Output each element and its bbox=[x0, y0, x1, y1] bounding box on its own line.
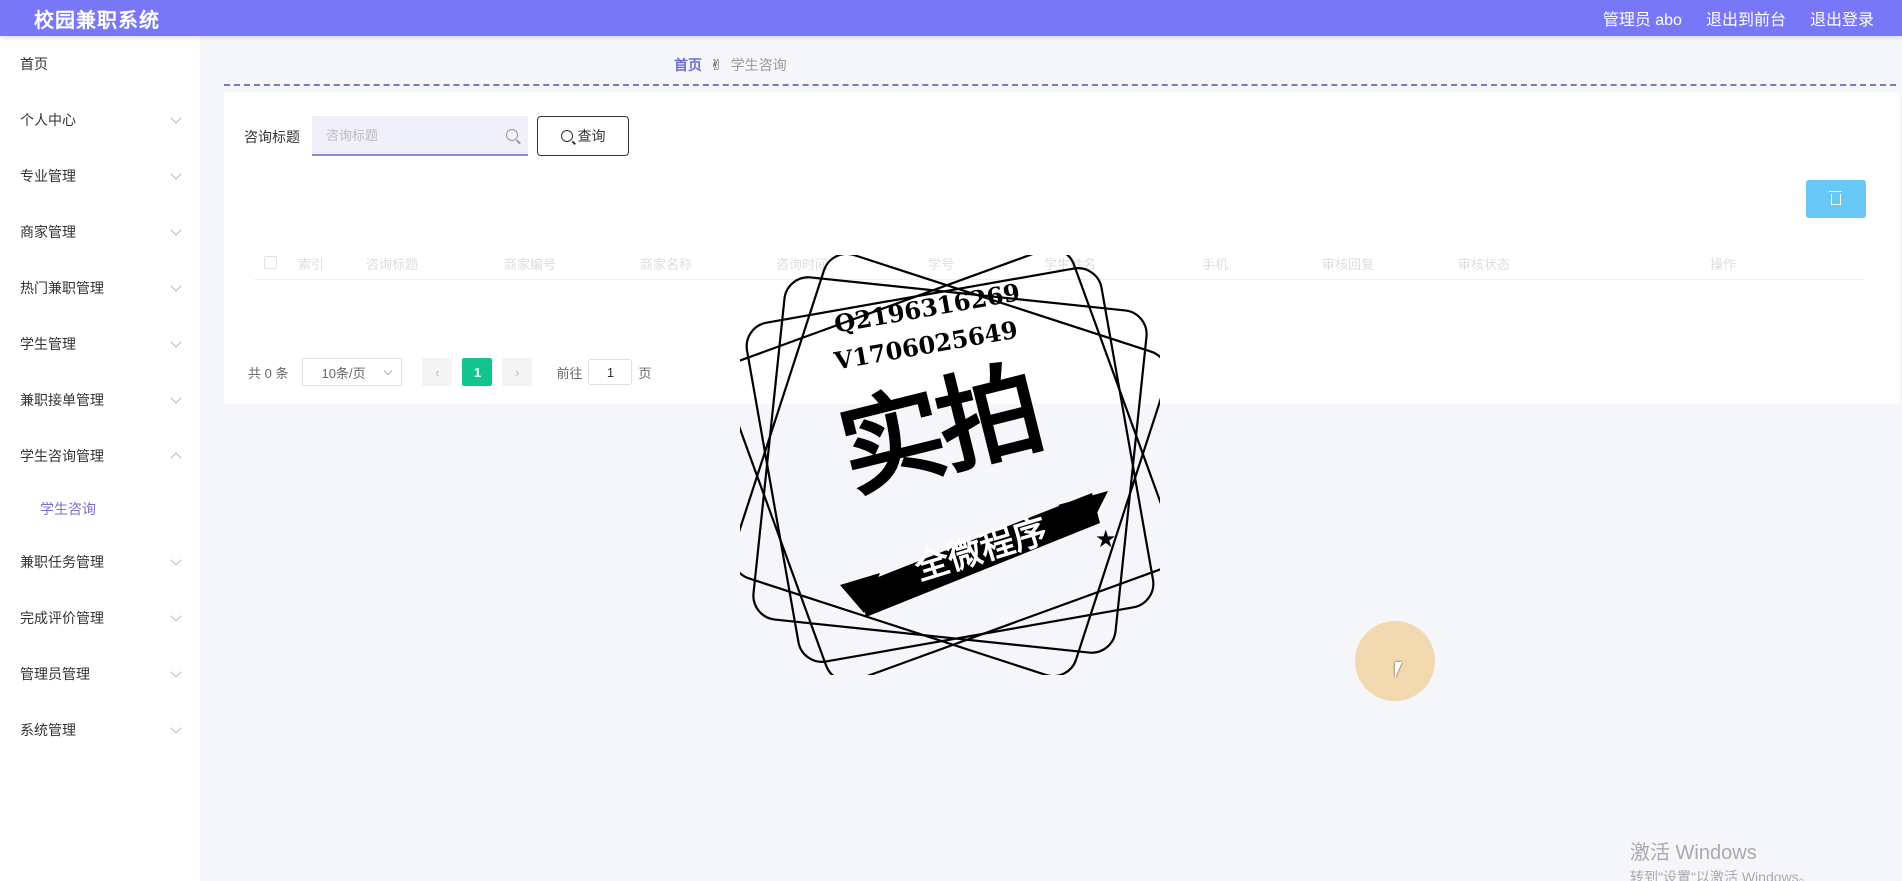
sidebar-item-home[interactable]: 首页 bbox=[0, 36, 200, 92]
cursor-highlight bbox=[1355, 621, 1435, 701]
prev-page-button[interactable]: ‹ bbox=[422, 358, 453, 386]
chevron-down-icon bbox=[170, 666, 182, 678]
column-header: 审核状态 bbox=[1458, 257, 1511, 272]
sidebar-item-label: 学生管理 bbox=[20, 336, 76, 352]
sidebar-item-label: 专业管理 bbox=[20, 168, 76, 184]
page-size-select[interactable]: 10条/页 bbox=[302, 358, 403, 386]
goto-page-input[interactable] bbox=[588, 359, 633, 385]
pagination: 共 0 条 10条/页 ‹ 1 › 前往 页 bbox=[248, 358, 652, 386]
column-header: 商家名称 bbox=[640, 257, 693, 272]
exit-to-front-link[interactable]: 退出到前台 bbox=[1706, 6, 1786, 30]
sidebar-item-label: 完成评价管理 bbox=[20, 610, 104, 626]
column-header: 操作 bbox=[1710, 257, 1737, 272]
windows-activation-notice: 激活 Windows 转到"设置"以激活 Windows。 bbox=[1630, 836, 1813, 881]
top-right-actions: 管理员 abo 退出到前台 退出登录 bbox=[1603, 6, 1874, 30]
sidebar-item-major-management[interactable]: 专业管理 bbox=[0, 148, 200, 204]
column-header: 商家编号 bbox=[504, 257, 557, 272]
top-bar: 校园兼职系统 管理员 abo 退出到前台 退出登录 bbox=[0, 0, 1902, 36]
search-input[interactable] bbox=[326, 127, 486, 143]
logout-link[interactable]: 退出登录 bbox=[1810, 6, 1874, 30]
next-page-button[interactable]: › bbox=[502, 358, 533, 386]
sidebar-item-student-management[interactable]: 学生管理 bbox=[0, 316, 200, 372]
breadcrumb: 首页 ✌ 学生咨询 bbox=[674, 55, 787, 75]
search-icon bbox=[506, 129, 518, 141]
sidebar-subitem-student-consultation[interactable]: 学生咨询 bbox=[0, 484, 200, 534]
sidebar-item-label: 管理员管理 bbox=[20, 666, 90, 682]
activation-subtitle: 转到"设置"以激活 Windows。 bbox=[1630, 869, 1813, 881]
chevron-down-icon bbox=[170, 112, 182, 124]
sidebar-item-label: 个人中心 bbox=[20, 112, 76, 128]
sidebar: 首页 个人中心 专业管理 商家管理 热门兼职管理 学生管理 兼职接单管理 学生咨… bbox=[0, 36, 200, 881]
search-icon bbox=[560, 130, 573, 142]
breadcrumb-home-link[interactable]: 首页 bbox=[674, 55, 702, 75]
sidebar-item-label: 系统管理 bbox=[20, 722, 76, 738]
column-header: 索引 bbox=[298, 257, 325, 272]
column-header: 手机 bbox=[1202, 257, 1229, 272]
sidebar-item-order-management[interactable]: 兼职接单管理 bbox=[0, 372, 200, 428]
sidebar-item-consultation-management[interactable]: 学生咨询管理 bbox=[0, 428, 200, 484]
sidebar-item-label: 热门兼职管理 bbox=[20, 280, 104, 296]
chevron-down-icon bbox=[170, 610, 182, 622]
sidebar-item-label: 兼职任务管理 bbox=[20, 554, 104, 570]
sidebar-subitem-label: 学生咨询 bbox=[40, 501, 96, 517]
chevron-down-icon bbox=[170, 336, 182, 348]
chevron-down-icon bbox=[170, 280, 182, 292]
sidebar-item-admin-management[interactable]: 管理员管理 bbox=[0, 646, 200, 702]
query-button[interactable]: 查询 bbox=[537, 116, 629, 156]
goto-label: 前往 bbox=[556, 365, 583, 381]
search-box bbox=[312, 116, 528, 156]
app-title: 校园兼职系统 bbox=[34, 9, 160, 32]
page-number-current[interactable]: 1 bbox=[462, 358, 493, 386]
breadcrumb-current: 学生咨询 bbox=[730, 57, 787, 73]
chevron-down-icon bbox=[170, 554, 182, 566]
sidebar-item-review-management[interactable]: 完成评价管理 bbox=[0, 590, 200, 646]
search-label: 咨询标题 bbox=[244, 129, 300, 145]
trash-icon bbox=[1829, 190, 1842, 205]
chevron-down-icon bbox=[170, 224, 182, 236]
select-all-checkbox[interactable] bbox=[264, 256, 277, 269]
victory-hand-icon: ✌ bbox=[710, 57, 723, 74]
page-size-value: 10条/页 bbox=[321, 365, 366, 381]
svg-text:★: ★ bbox=[855, 585, 877, 613]
chevron-up-icon bbox=[170, 452, 182, 464]
sidebar-item-merchant-management[interactable]: 商家管理 bbox=[0, 204, 200, 260]
chevron-down-icon bbox=[170, 722, 182, 734]
chevron-down-icon bbox=[384, 366, 393, 375]
sidebar-item-label: 兼职接单管理 bbox=[20, 392, 104, 408]
pagination-total: 共 0 条 bbox=[248, 365, 289, 381]
sidebar-item-system-management[interactable]: 系统管理 bbox=[0, 702, 200, 758]
chevron-down-icon bbox=[170, 392, 182, 404]
page-unit-label: 页 bbox=[638, 365, 652, 381]
breadcrumb-divider bbox=[224, 84, 1896, 86]
sidebar-item-task-management[interactable]: 兼职任务管理 bbox=[0, 534, 200, 590]
svg-text:★: ★ bbox=[1095, 525, 1117, 553]
column-header: 咨询标题 bbox=[366, 257, 419, 272]
query-button-label: 查询 bbox=[577, 128, 606, 144]
mouse-cursor-icon bbox=[1395, 662, 1402, 678]
sidebar-item-hot-jobs-management[interactable]: 热门兼职管理 bbox=[0, 260, 200, 316]
chevron-down-icon bbox=[170, 168, 182, 180]
admin-user-label[interactable]: 管理员 abo bbox=[1603, 6, 1682, 30]
sidebar-item-personal-center[interactable]: 个人中心 bbox=[0, 92, 200, 148]
sidebar-item-label: 商家管理 bbox=[20, 224, 76, 240]
column-header: 审核回复 bbox=[1322, 257, 1375, 272]
sidebar-item-label: 首页 bbox=[20, 56, 48, 72]
activation-title: 激活 Windows bbox=[1630, 842, 1757, 864]
sidebar-item-label: 学生咨询管理 bbox=[20, 448, 104, 464]
delete-button[interactable] bbox=[1806, 180, 1866, 218]
